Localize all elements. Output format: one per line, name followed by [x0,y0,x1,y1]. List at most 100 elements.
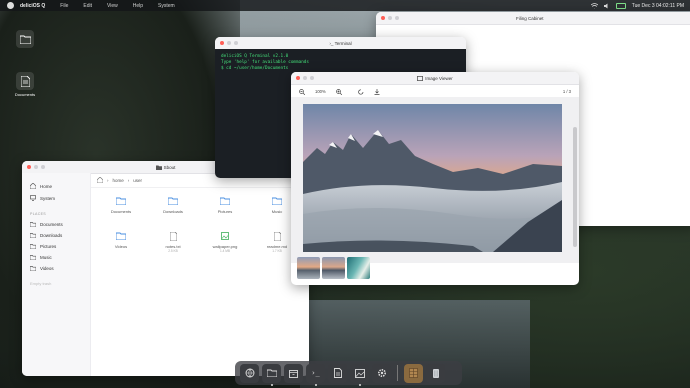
running-indicator [358,383,361,386]
sidebar-item-label: Pictures [40,244,57,249]
vertical-scrollbar[interactable] [573,127,577,247]
menu-edit[interactable]: Edit [83,3,92,9]
sidebar-item-music[interactable]: Music [22,252,90,263]
sidebar-section-header: PLACES [30,212,46,216]
dock-image-viewer[interactable] [350,363,369,386]
sidebar-item-pictures[interactable]: Pictures [22,241,90,252]
browser-icon [245,368,254,378]
text-editor-icon [333,368,342,378]
menu-file[interactable]: File [60,3,68,9]
dock-filing-cabinet[interactable] [404,363,423,383]
archive-icon [289,369,298,378]
image-viewer-window: Image Viewer 100% 1 / 3 [291,72,579,285]
window-title-text: Sbout [163,164,176,170]
dock-archive[interactable] [284,363,303,383]
file-size: 2.5 KB [168,249,178,253]
dock-text-editor[interactable] [328,363,347,383]
running-indicator [314,383,317,386]
window-title: ›_ Terminal [215,41,466,46]
home-icon [30,183,36,189]
running-indicator [270,383,273,386]
menu-bar: deliciOS Q File Edit View Help System Tu… [0,0,690,11]
folder-icon [168,197,178,205]
breadcrumb-separator: › [127,177,130,183]
dock-files[interactable] [262,363,281,386]
menu-help[interactable]: Help [133,3,143,9]
file-manager-sidebar: Home System PLACES Documents Downloads P… [22,173,91,376]
maximize-button[interactable] [395,16,399,20]
folder-icon [266,369,277,377]
document-icon [16,72,34,90]
breadcrumb-separator: › [107,177,109,183]
dock-settings[interactable] [372,363,391,383]
sidebar-item-label: Downloads [40,233,63,238]
folder-icon [16,30,34,48]
file-name: Videos [114,244,128,249]
thumbnail-3[interactable] [347,257,370,279]
file-item[interactable]: Videos [95,228,147,253]
menu-system[interactable]: System [158,3,175,9]
volume-icon[interactable] [603,3,610,9]
window-titlebar[interactable]: Filing Cabinet [376,12,690,25]
file-size: 1.4 MB [219,249,231,253]
terminal-icon: ›_ [311,369,320,377]
rotate-icon[interactable] [357,88,364,95]
download-icon[interactable] [374,88,380,95]
sidebar-item-system[interactable]: System [22,192,90,204]
file-item[interactable]: notes.txt 2.5 KB [147,228,199,253]
menu-clock[interactable]: Tue Dec 3 04:02:11 PM [632,3,684,9]
dock-trash[interactable] [426,363,445,383]
window-titlebar[interactable]: Image Viewer [291,72,579,85]
sidebar-item-label: Documents [40,222,63,227]
sidebar-empty-trash[interactable]: Empty trash [22,274,90,293]
folder-icon [30,255,36,260]
folder-icon [30,222,36,227]
sidebar-item-downloads[interactable]: Downloads [22,230,90,241]
folder-icon [116,232,126,240]
sidebar-item-videos[interactable]: Videos [22,263,90,274]
wifi-icon[interactable] [590,2,598,9]
window-title: Image Viewer [291,76,579,81]
battery-icon[interactable] [615,2,626,9]
folder-icon [155,165,162,170]
desktop-icon-documents[interactable]: Documents [8,72,42,97]
file-name: Documents [110,209,132,214]
thumbnail-1[interactable] [297,257,320,279]
desktop-icon [30,195,36,201]
dock: ›_ [235,361,462,386]
file-item[interactable]: wallpaper.png 1.4 MB [199,228,251,253]
file-manager-main: › home › user Documents Downloads Pictur… [91,173,309,376]
sidebar-item-label: Home [40,183,53,189]
menu-view[interactable]: View [107,3,118,9]
sidebar-item-documents[interactable]: Documents [22,219,90,230]
close-button[interactable] [381,16,385,20]
desktop-icon-label: Documents [14,92,36,97]
minimize-button[interactable] [388,16,392,20]
folder-icon [30,266,36,271]
sidebar-item-label: Music [40,255,52,260]
file-manager-window: Sbout Home System PLACES Documents Downl… [22,161,309,376]
file-item[interactable]: Downloads [147,193,199,214]
zoom-in-icon[interactable] [335,88,342,95]
desktop-icon-folder[interactable] [8,30,42,50]
breadcrumb-item[interactable]: home [113,178,124,183]
file-item[interactable]: Pictures [199,193,251,214]
breadcrumb-item[interactable]: user [133,178,142,183]
menu-brand[interactable]: deliciOS Q [20,3,45,9]
file-name: Downloads [163,209,183,214]
dock-terminal[interactable]: ›_ [306,363,325,386]
sidebar-item-home[interactable]: Home [22,180,90,192]
apple-style-logo-icon[interactable] [7,2,14,9]
sidebar-item-label: Videos [40,266,54,271]
settings-icon [377,368,386,378]
thumbnail-2[interactable] [322,257,345,279]
file-item[interactable]: Documents [95,193,147,214]
file-name: Pictures [217,209,233,214]
filing-cabinet-icon [409,368,418,378]
text-file-icon [273,231,281,241]
zoom-out-icon[interactable] [299,88,305,95]
dock-browser[interactable] [240,363,259,383]
mountain-photo [303,104,562,252]
sidebar-item-label: System [40,195,56,201]
home-icon[interactable] [97,177,103,183]
